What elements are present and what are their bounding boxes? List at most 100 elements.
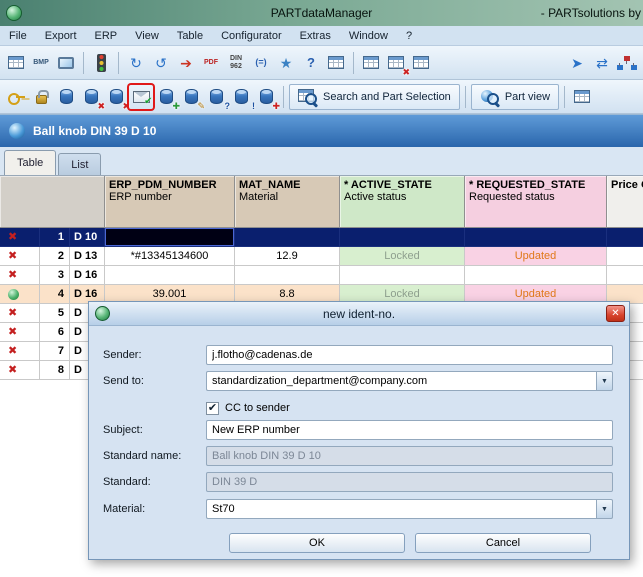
row-variant-cell[interactable]: D 16 <box>70 266 105 285</box>
column-title: * REQUESTED_STATE <box>469 179 586 191</box>
db-glyph <box>59 89 73 104</box>
cell-requested[interactable] <box>465 266 607 285</box>
dialog-titlebar[interactable]: new ident-no. ✕ <box>89 302 629 326</box>
cell-active[interactable] <box>340 228 465 247</box>
pdf-export-icon[interactable]: PDF <box>199 51 223 75</box>
menu-item-table[interactable]: Table <box>168 28 212 44</box>
menu-item-erp[interactable]: ERP <box>86 28 127 44</box>
search-part-selection-button[interactable]: Search and Part Selection <box>289 83 460 110</box>
key-icon[interactable] <box>4 85 28 109</box>
column-header-mat[interactable]: MAT_NAME Material <box>235 176 340 228</box>
row-number-cell[interactable]: 8 <box>40 361 70 380</box>
database-remove-icon[interactable]: ✖ <box>79 85 105 110</box>
cc-to-sender-checkbox[interactable]: ✔ <box>206 401 219 415</box>
part-view-button-label: Part view <box>504 90 551 103</box>
menu-item-configurator[interactable]: Configurator <box>212 28 291 44</box>
subject-input[interactable] <box>206 420 613 440</box>
cell-mat[interactable] <box>235 266 340 285</box>
row-number-cell[interactable]: 1 <box>40 228 70 247</box>
row-deleted-icon: ✖ <box>8 249 18 262</box>
row-number-cell[interactable]: 6 <box>40 323 70 342</box>
cancel-button[interactable]: Cancel <box>415 533 591 553</box>
favorite-star-icon[interactable]: ★ <box>274 51 298 75</box>
close-icon: ✕ <box>611 308 620 319</box>
database-icon[interactable] <box>54 85 78 109</box>
menu-item-extras[interactable]: Extras <box>291 28 340 44</box>
menu-item-view[interactable]: View <box>126 28 168 44</box>
dialog-title: new ident-no. <box>322 306 396 321</box>
send-to-dropdown-button[interactable]: ▼ <box>596 371 613 391</box>
table-row-2[interactable]: ✖ 2 D 13 *#13345134600 12.9 Locked Updated <box>0 247 643 266</box>
column-title: * ACTIVE_STATE <box>344 179 432 191</box>
menu-item-help[interactable]: ? <box>397 28 421 44</box>
assembly-structure-icon[interactable] <box>615 51 639 75</box>
column-header-erp[interactable]: ERP_PDM_NUMBER ERP number <box>105 176 235 228</box>
cell-mat[interactable]: 12.9 <box>235 247 340 266</box>
help-icon[interactable]: ? <box>299 51 323 75</box>
send-to-label: Send to: <box>103 375 144 387</box>
row-number-cell[interactable]: 4 <box>40 285 70 304</box>
cell-active[interactable]: Locked <box>340 247 465 266</box>
cell-price[interactable] <box>607 247 643 266</box>
database-new-icon[interactable]: ✚ <box>254 85 280 110</box>
database-question-icon[interactable]: ? <box>204 85 230 110</box>
reload-document-icon[interactable]: ↺ <box>149 51 173 75</box>
window-titlebar[interactable]: PARTdataManager - PARTsolutions by <box>0 0 643 26</box>
database-info-icon[interactable]: ! <box>229 85 255 110</box>
din-962-icon[interactable]: DIN 962 <box>224 51 248 75</box>
database-link-icon[interactable] <box>570 85 594 109</box>
bmp-export-icon[interactable]: BMP <box>29 51 53 75</box>
tab-list[interactable]: List <box>58 153 102 175</box>
part-view-button[interactable]: Part view <box>470 83 560 110</box>
dialog-close-button[interactable]: ✕ <box>606 305 625 322</box>
new-ident-number-icon[interactable] <box>129 85 153 109</box>
check-icon: ✔ <box>207 401 218 414</box>
preview-window-icon[interactable] <box>54 51 78 75</box>
database-edit-icon[interactable]: ✎ <box>179 85 205 110</box>
menu-item-file[interactable]: File <box>0 28 36 44</box>
table-variant-icon[interactable] <box>359 51 383 75</box>
compare-parts-icon[interactable]: ⇄ <box>590 51 614 75</box>
table-row-1[interactable]: ✖ 1 D 10 <box>0 228 643 247</box>
access-lock-icon[interactable] <box>29 85 53 109</box>
standard-name-label: Standard name: <box>103 450 182 462</box>
table-view-icon[interactable] <box>4 51 28 75</box>
cell-price[interactable] <box>607 266 643 285</box>
part-selection-icon[interactable]: ➤ <box>565 51 589 75</box>
material-dropdown-button[interactable]: ▼ <box>596 499 613 519</box>
cell-erp[interactable] <box>105 228 235 247</box>
cell-erp[interactable]: *#13345134600 <box>105 247 235 266</box>
refresh-icon[interactable]: ↻ <box>124 51 148 75</box>
cell-erp[interactable] <box>105 266 235 285</box>
cell-requested[interactable] <box>465 228 607 247</box>
export-icon[interactable]: ➔ <box>174 51 198 75</box>
row-variant-cell[interactable]: D 10 <box>70 228 105 247</box>
table-delete-icon[interactable]: ✖ <box>384 51 410 76</box>
cell-mat[interactable] <box>235 228 340 247</box>
row-number-cell[interactable]: 2 <box>40 247 70 266</box>
row-variant-cell[interactable]: D 13 <box>70 247 105 266</box>
send-to-input[interactable] <box>206 371 596 391</box>
traffic-light-icon[interactable] <box>89 51 113 75</box>
row-number-cell[interactable]: 3 <box>40 266 70 285</box>
cell-active[interactable] <box>340 266 465 285</box>
tab-table[interactable]: Table <box>4 150 57 175</box>
table-row-3[interactable]: ✖ 3 D 16 <box>0 266 643 285</box>
row-number-cell[interactable]: 5 <box>40 304 70 323</box>
row-number-cell[interactable]: 7 <box>40 342 70 361</box>
table-plain-icon[interactable] <box>409 51 433 75</box>
table-export-icon[interactable] <box>324 51 348 75</box>
ok-button[interactable]: OK <box>229 533 405 553</box>
database-add-icon[interactable]: ✚ <box>154 85 180 110</box>
column-header-price[interactable]: Price G <box>607 176 643 228</box>
material-input[interactable] <box>206 499 596 519</box>
equals-icon[interactable]: (=) <box>249 51 273 75</box>
sender-input[interactable] <box>206 345 613 365</box>
column-header-active[interactable]: * ACTIVE_STATE Active status <box>340 176 465 228</box>
menu-item-export[interactable]: Export <box>36 28 86 44</box>
database-delete-icon[interactable]: ✖ <box>104 85 130 110</box>
column-header-requested[interactable]: * REQUESTED_STATE Requested status <box>465 176 607 228</box>
cell-price[interactable] <box>607 228 643 247</box>
cell-requested[interactable]: Updated <box>465 247 607 266</box>
menu-item-window[interactable]: Window <box>340 28 397 44</box>
